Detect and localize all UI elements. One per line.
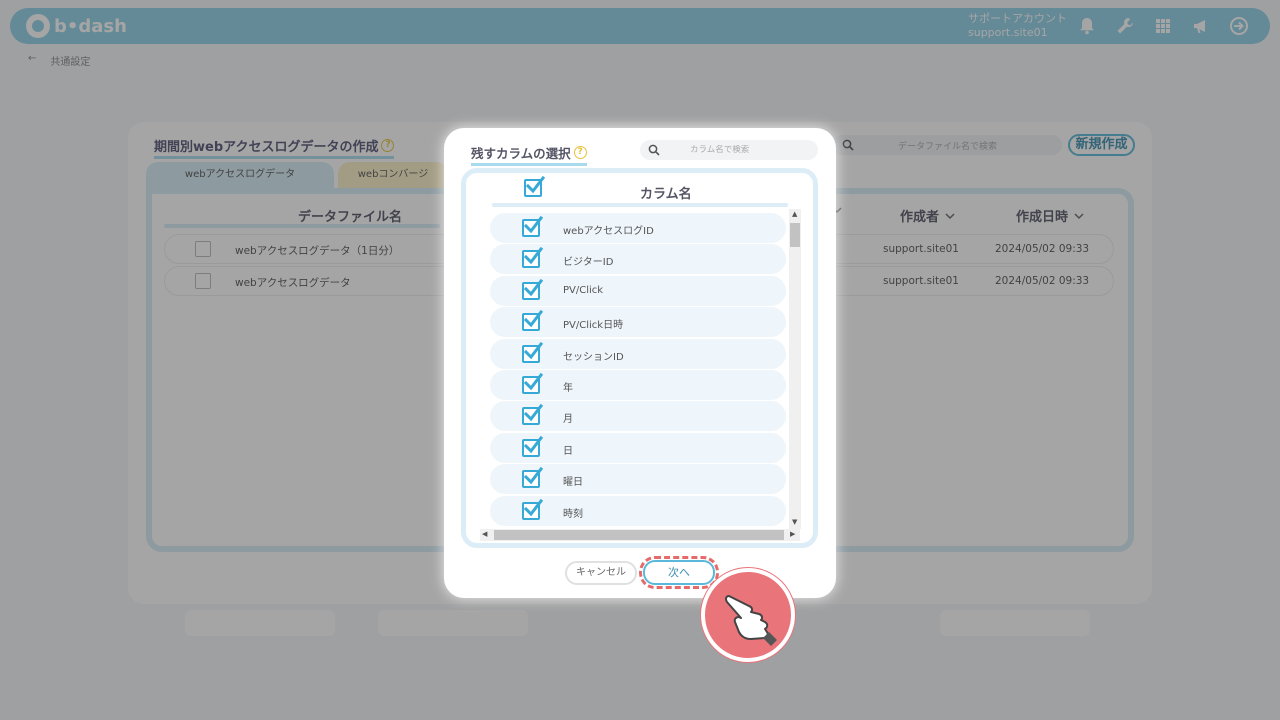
column-checkbox[interactable] [522, 341, 543, 363]
scroll-left-arrow-icon[interactable]: ◀ [482, 530, 487, 538]
checkbox-checked-icon [523, 498, 543, 516]
list-item[interactable]: 日 [490, 432, 786, 463]
column-checkbox[interactable] [522, 404, 543, 426]
column-checkbox[interactable] [522, 278, 543, 300]
column-label: webアクセスログID [563, 226, 654, 237]
column-checkbox[interactable] [522, 216, 543, 237]
list-item[interactable]: 曜日 [490, 464, 786, 495]
column-search-input[interactable] [690, 145, 800, 155]
column-label: 月 [563, 414, 573, 426]
column-label: セッションID [563, 351, 624, 363]
column-name-header: カラム名 [640, 187, 692, 202]
checkbox-checked-icon [523, 310, 543, 328]
column-checkbox[interactable] [522, 247, 543, 269]
checkbox-checked-icon [525, 176, 545, 194]
column-list-header: カラム名 [466, 173, 813, 209]
column-select-modal: 残すカラムの選択 ? カラム名 webアクセスログID ビジターID PV/Clic… [444, 128, 836, 598]
column-list-box: カラム名 webアクセスログID ビジターID PV/Click PV/Click日時… [461, 168, 818, 548]
checkbox-checked-icon [523, 373, 543, 391]
cancel-button[interactable]: キャンセル [565, 561, 637, 585]
column-label: 時刻 [563, 508, 583, 520]
checkbox-checked-icon [523, 341, 543, 359]
scrollbar-thumb[interactable] [790, 223, 800, 247]
column-label: PV/Click日時 [563, 320, 624, 332]
column-search-field [640, 140, 818, 160]
header-underline [492, 203, 788, 207]
list-item[interactable]: ビジターID [490, 244, 786, 275]
column-checkbox[interactable] [522, 435, 543, 457]
scroll-down-arrow-icon[interactable]: ▼ [792, 518, 797, 526]
checkbox-checked-icon [523, 435, 543, 454]
checkbox-checked-icon [523, 278, 543, 297]
tap-hint [701, 568, 795, 662]
column-checkbox[interactable] [522, 498, 543, 520]
vertical-scrollbar[interactable]: ▲ ▼ [789, 209, 801, 529]
column-label: 曜日 [563, 477, 583, 489]
scroll-up-arrow-icon[interactable]: ▲ [792, 210, 797, 218]
column-checkbox[interactable] [522, 467, 543, 489]
list-item[interactable]: 月 [490, 401, 786, 432]
tap-hand-icon [724, 595, 777, 646]
checkbox-checked-icon [523, 247, 543, 265]
column-checkbox[interactable] [522, 373, 543, 394]
scroll-right-arrow-icon[interactable]: ▶ [790, 530, 795, 538]
list-item[interactable]: 時刻 [490, 495, 786, 526]
list-item[interactable]: セッションID [490, 338, 786, 369]
list-item[interactable]: PV/Click日時 [490, 307, 786, 338]
checkbox-checked-icon [523, 404, 543, 422]
list-item[interactable]: webアクセスログID [490, 213, 786, 243]
help-icon[interactable]: ? [573, 146, 587, 159]
checkbox-checked-icon [523, 216, 543, 234]
column-label: 日 [563, 445, 573, 457]
modal-title: 残すカラムの選択 ? [471, 143, 587, 166]
column-label: PV/Click [563, 284, 604, 296]
column-label: 年 [563, 383, 573, 394]
select-all-checkbox[interactable] [524, 176, 545, 197]
list-item[interactable]: PV/Click [490, 275, 786, 306]
scrollbar-thumb[interactable] [494, 530, 784, 540]
modal-title-text: 残すカラムの選択 [471, 146, 571, 161]
column-checkbox[interactable] [522, 310, 543, 332]
horizontal-scrollbar[interactable]: ◀ ▶ [480, 529, 800, 541]
next-button[interactable]: 次へ [643, 560, 715, 585]
column-label: ビジターID [563, 257, 614, 269]
list-item[interactable]: 年 [490, 370, 786, 400]
search-icon [648, 144, 660, 156]
checkbox-checked-icon [523, 467, 543, 485]
